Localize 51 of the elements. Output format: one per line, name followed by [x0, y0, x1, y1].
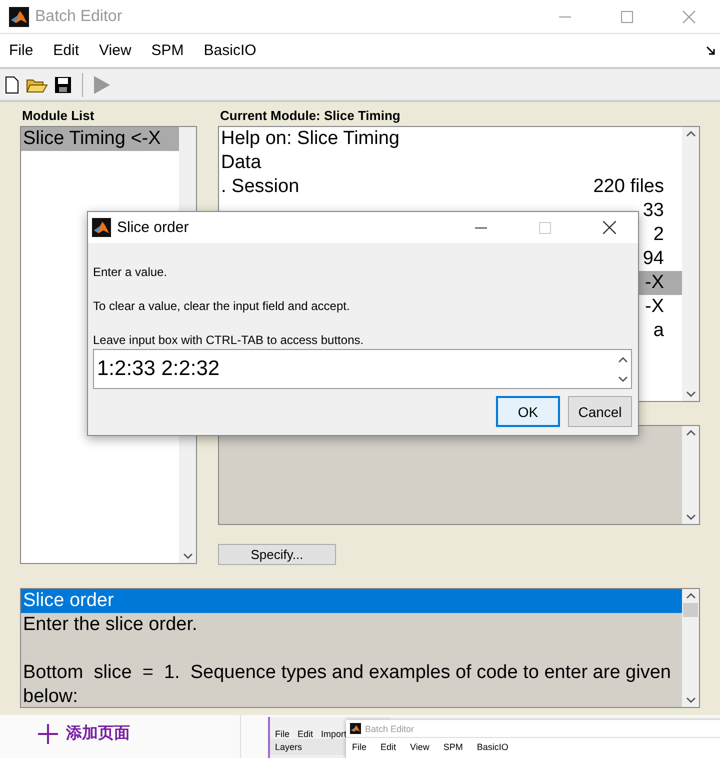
- maximize-icon[interactable]: [620, 10, 634, 24]
- window-title: Batch Editor: [365, 724, 414, 734]
- scroll-up-icon[interactable]: [686, 430, 696, 436]
- dock-arrow-icon[interactable]: [706, 46, 716, 56]
- option-row[interactable]: Data: [219, 151, 682, 175]
- dialog-button[interactable]: Cancel: [568, 396, 632, 427]
- dialog-button[interactable]: OK: [496, 396, 560, 427]
- matlab-logo-icon: [92, 218, 111, 237]
- window-title: Batch Editor: [35, 8, 124, 26]
- matlab-logo-icon: [9, 6, 29, 26]
- menu-item[interactable]: Import: [321, 729, 347, 739]
- dialog-message: Leave input box with CTRL-TAB to access buttons.: [93, 333, 365, 349]
- menu-item[interactable]: Edit: [53, 42, 80, 59]
- plus-icon[interactable]: [38, 724, 58, 744]
- scroll-up-icon[interactable]: [686, 131, 696, 137]
- menu-item[interactable]: BasicIO: [476, 742, 508, 752]
- matlab-logo-icon: [350, 723, 361, 734]
- scroll-down-icon[interactable]: [686, 391, 696, 397]
- maximize-icon: [539, 222, 551, 234]
- scroll-thumb[interactable]: [683, 603, 698, 617]
- scroll-up-icon[interactable]: [618, 356, 628, 362]
- dialog-message: To clear a value, clear the input field and accept.: [93, 299, 351, 315]
- dialog-title: Slice order: [117, 219, 190, 236]
- close-icon[interactable]: [602, 221, 616, 234]
- scroll-up-icon[interactable]: [686, 593, 696, 599]
- scroll-down-icon[interactable]: [686, 697, 696, 703]
- menu-item[interactable]: BasicIO: [204, 42, 256, 59]
- menu-item[interactable]: SPM: [151, 42, 184, 59]
- dialog-message: Enter a value.: [93, 265, 168, 281]
- panel-label: Module List: [21, 107, 96, 125]
- help-paragraph: Enter the slice order.: [22, 613, 198, 637]
- option-row[interactable]: . Session 220 files: [219, 175, 682, 199]
- menu-item[interactable]: Edit: [298, 729, 314, 739]
- scroll-down-icon[interactable]: [686, 514, 696, 520]
- module-item[interactable]: Slice Timing <-X: [21, 127, 179, 151]
- menu-item[interactable]: File: [275, 729, 290, 739]
- help-paragraph: Bottom slice = 1. Sequence types and examples of code to enter are given below:: [22, 661, 672, 707]
- add-page-link[interactable]: 添加页面: [66, 723, 130, 744]
- save-icon[interactable]: [54, 76, 72, 94]
- menu-item[interactable]: View: [410, 742, 430, 752]
- specify-button[interactable]: Specify...: [218, 544, 336, 565]
- menu-item[interactable]: View: [99, 42, 132, 59]
- panel-label: Current Module: Slice Timing: [219, 107, 402, 125]
- scroll-down-icon[interactable]: [618, 376, 628, 382]
- menu-item[interactable]: File: [352, 742, 367, 752]
- new-file-icon[interactable]: [4, 76, 20, 94]
- menu-item[interactable]: File: [9, 42, 34, 59]
- scroll-down-icon[interactable]: [182, 553, 192, 559]
- help-title[interactable]: Slice order: [21, 589, 682, 613]
- menu-item[interactable]: SPM: [443, 742, 463, 752]
- option-row[interactable]: Help on: Slice Timing: [219, 127, 682, 151]
